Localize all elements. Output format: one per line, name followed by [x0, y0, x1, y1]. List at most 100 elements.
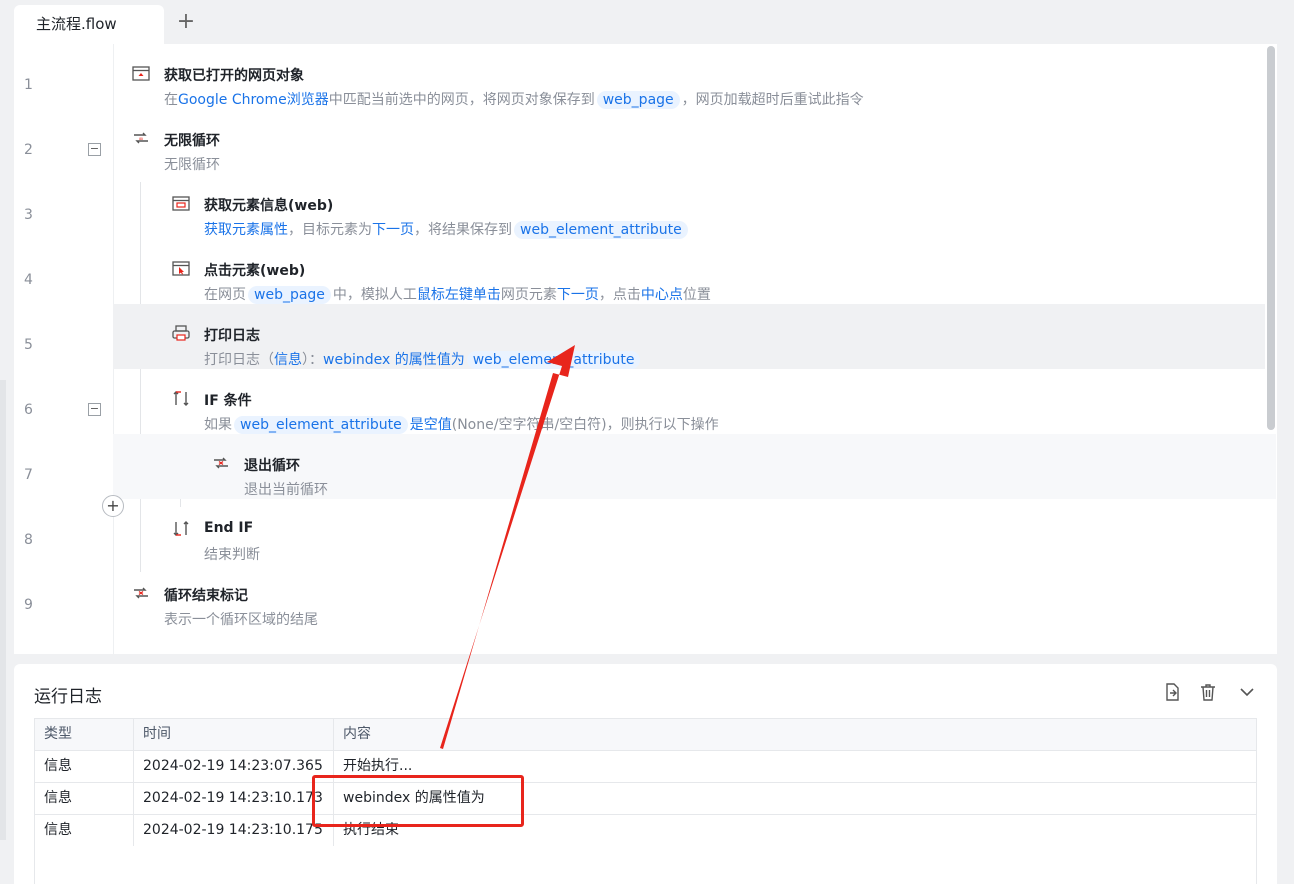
browser-icon	[132, 66, 150, 81]
desc-text: ）：	[302, 352, 323, 368]
step-title: IF 条件	[204, 393, 252, 409]
log-type-cell: 信息	[35, 751, 134, 782]
add-tab-button[interactable]: +	[174, 8, 198, 36]
flow-step-2[interactable]: 2− ∞ 无限循环 无限循环	[14, 109, 1265, 174]
run-log-title: 运行日志	[34, 687, 102, 707]
log-table: 类型 时间 内容 信息 2024-02-19 14:23:07.365 开始执行..…	[34, 718, 1257, 884]
line-number: 5	[24, 337, 33, 353]
step-description: 结束判断	[204, 544, 260, 564]
step-description: 表示一个循环区域的结尾	[164, 609, 318, 629]
left-edge-panel	[0, 380, 6, 840]
flow-step-6[interactable]: 6 − IF 条件如果 web_element_attribute 是空值(None/空…	[14, 369, 1265, 434]
collapse-toggle[interactable]: −	[88, 403, 101, 416]
desc-text: 位置	[682, 287, 711, 303]
column-header-time: 时间	[134, 719, 334, 750]
param-link[interactable]: 中心点	[641, 287, 683, 303]
line-number: 1	[24, 77, 33, 93]
step-title: 获取已打开的网页对象	[164, 68, 304, 84]
run-log-panel: 运行日志 类型 时间 内容 信息 2024-02-19 14:23:07.365 开…	[14, 664, 1277, 884]
step-description: 在Google Chrome浏览器中匹配当前选中的网页，将网页对象保存到 web_…	[164, 89, 864, 109]
tab-main-flow[interactable]: 主流程.flow	[14, 5, 164, 44]
break-loop-icon	[214, 457, 228, 469]
desc-text: 打印日志（	[204, 352, 274, 368]
log-time-cell: 2024-02-19 14:23:07.365	[134, 751, 334, 782]
click-icon	[172, 261, 190, 276]
step-title: End IF	[204, 520, 254, 536]
variable-chip[interactable]: web_element_attribute	[514, 221, 688, 239]
tab-bar: 主流程.flow +	[14, 0, 1287, 44]
desc-text: 如果	[204, 417, 232, 433]
chevron-down-icon[interactable]	[1237, 682, 1257, 702]
add-command-button[interactable]: +	[102, 495, 124, 517]
if-branch-icon	[173, 391, 189, 406]
step-description: 如果 web_element_attribute 是空值(None/空字符串/空白符…	[204, 414, 719, 434]
step-title: 退出循环	[244, 458, 300, 474]
variable-chip[interactable]: web_element_attribute	[234, 416, 408, 434]
log-type-cell: 信息	[35, 815, 134, 846]
svg-text:∞: ∞	[139, 136, 144, 143]
desc-text: 中匹配当前选中的网页，将网页对象保存到	[328, 92, 595, 108]
flow-step-3[interactable]: 3 获取元素信息(web) 获取元素属性，目标元素为下一页，将结果保存到 web_el…	[14, 174, 1265, 239]
element-info-icon	[172, 196, 190, 211]
desc-text: 无限循环	[164, 157, 220, 173]
param-link[interactable]: 下一页	[372, 222, 414, 238]
step-title: 获取元素信息(web)	[204, 198, 334, 214]
desc-text: 在	[164, 92, 178, 108]
desc-text: ，目标元素为	[288, 222, 372, 238]
step-description: 获取元素属性，目标元素为下一页，将结果保存到 web_element_attrib…	[204, 219, 690, 239]
step-title: 循环结束标记	[164, 588, 248, 604]
param-link[interactable]: 鼠标左键单击	[417, 287, 501, 303]
step-description: 无限循环	[164, 154, 220, 174]
trash-icon[interactable]	[1198, 682, 1218, 702]
param-link[interactable]: Google Chrome浏览器	[178, 92, 329, 108]
flow-step-5[interactable]: 5 打印日志打印日志（信息）：webindex 的属性值为 web_element_…	[14, 304, 1265, 369]
param-link[interactable]: 获取元素属性	[204, 222, 288, 238]
log-row[interactable]: 信息 2024-02-19 14:23:10.175 执行结束	[35, 814, 1256, 847]
desc-text: 在网页	[204, 287, 246, 303]
desc-text: (None/空字符串/空白符)，则执行以下操作	[451, 417, 719, 433]
step-description: 退出当前循环	[244, 479, 328, 499]
step-title: 打印日志	[204, 328, 260, 344]
export-icon[interactable]	[1162, 682, 1182, 702]
line-number: 9	[24, 597, 33, 613]
log-row[interactable]: 信息 2024-02-19 14:23:07.365 开始执行...	[35, 750, 1256, 783]
line-number: 7	[24, 467, 33, 483]
param-link[interactable]: 信息	[274, 352, 302, 368]
column-header-content: 内容	[334, 719, 1256, 750]
printer-icon	[172, 325, 190, 341]
variable-chip[interactable]: web_page	[248, 286, 331, 304]
line-number: 8	[24, 532, 33, 548]
step-title: 无限循环	[164, 133, 220, 149]
step-description: 在网页 web_page 中，模拟人工鼠标左键单击网页元素下一页，点击中心点位置	[204, 284, 711, 304]
step-description: 打印日志（信息）：webindex 的属性值为 web_element_attri…	[204, 349, 642, 369]
annotation-highlight-box	[312, 775, 524, 827]
editor-scrollbar[interactable]	[1267, 46, 1275, 430]
desc-text: ，网页加载超时后重试此指令	[681, 92, 864, 108]
flow-step-7[interactable]: 7 退出循环退出当前循环	[14, 434, 1276, 499]
param-link[interactable]: 下一页	[557, 287, 599, 303]
step-title: 点击元素(web)	[204, 263, 306, 279]
desc-text: 表示一个循环区域的结尾	[164, 612, 318, 628]
desc-text: 网页元素	[500, 287, 557, 303]
log-time-cell: 2024-02-19 14:23:10.173	[134, 783, 334, 814]
desc-text: ，点击	[598, 287, 641, 303]
param-link[interactable]: 是空值	[410, 417, 452, 433]
flow-step-4[interactable]: 4 点击元素(web) 在网页 web_page 中，模拟人工鼠标左键单击网页元素下一页…	[14, 239, 1265, 304]
line-number: 2	[24, 142, 33, 158]
column-header-type: 类型	[35, 719, 134, 750]
line-number: 4	[24, 272, 33, 288]
desc-text: 结束判断	[204, 547, 260, 563]
collapse-toggle[interactable]: −	[88, 143, 101, 156]
variable-chip[interactable]: web_element_attribute	[466, 351, 641, 369]
desc-text: 中，模拟人工	[332, 287, 417, 303]
line-number: 6	[24, 402, 33, 418]
desc-text: 退出当前循环	[244, 482, 328, 498]
param-link[interactable]: webindex 的属性值为	[323, 352, 465, 368]
log-time-cell: 2024-02-19 14:23:10.175	[134, 815, 334, 846]
log-row[interactable]: 信息 2024-02-19 14:23:10.173 webindex 的属性值为	[35, 782, 1256, 815]
loop-end-icon	[134, 587, 148, 599]
flow-step-8[interactable]: 8 End IF 结束判断	[14, 499, 1265, 564]
variable-chip[interactable]: web_page	[596, 91, 680, 109]
flow-step-1[interactable]: 1 获取已打开的网页对象 在Google Chrome浏览器中匹配当前选中的网页，将…	[14, 44, 1265, 109]
flow-step-9[interactable]: 9 循环结束标记表示一个循环区域的结尾	[14, 564, 1265, 629]
